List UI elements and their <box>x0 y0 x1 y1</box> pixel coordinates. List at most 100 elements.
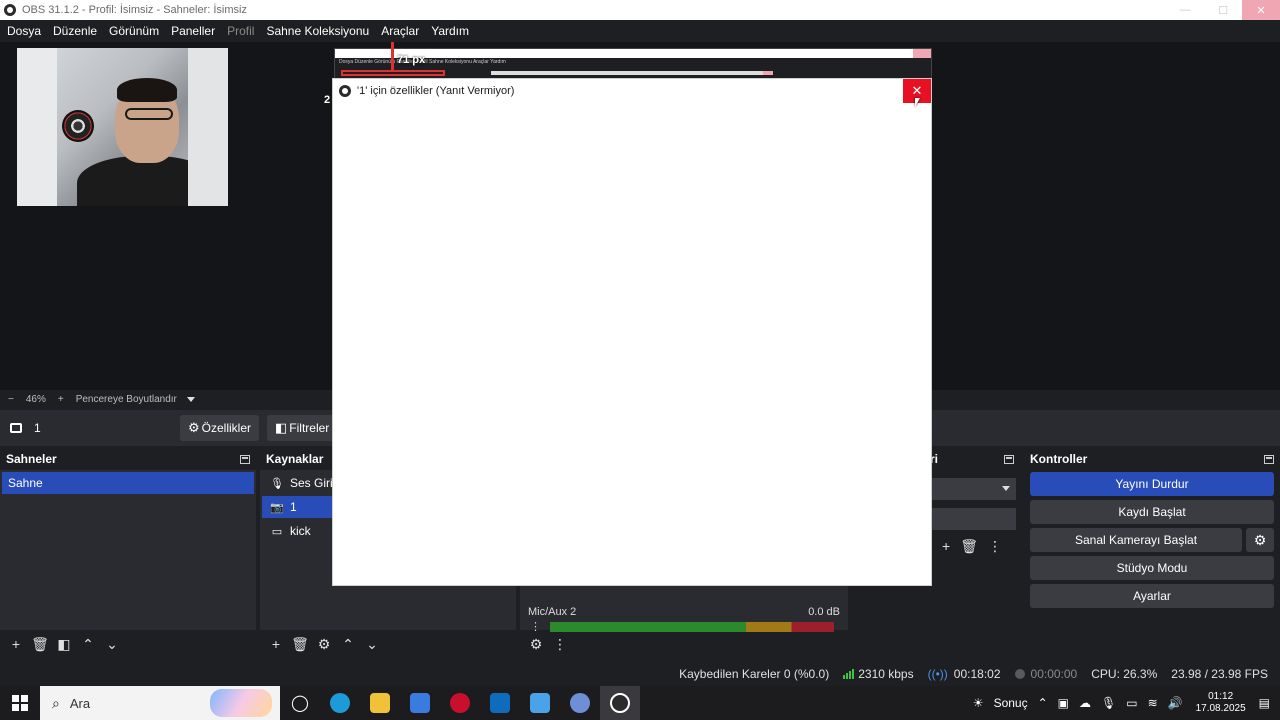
weather-icon[interactable]: ☀ <box>973 696 984 710</box>
webcam-curtain <box>188 48 228 206</box>
person-hair <box>117 78 177 102</box>
search-placeholder: Ara <box>69 695 91 711</box>
menu-file[interactable]: Dosya <box>7 24 41 38</box>
sources-title: Kaynaklar <box>266 452 324 466</box>
file-explorer-icon[interactable] <box>360 686 400 720</box>
trash-icon[interactable]: 🗑 <box>31 636 49 652</box>
menu-profile[interactable]: Profil <box>227 24 254 38</box>
mouse-cursor <box>915 98 920 107</box>
sources-toolbar: + 🗑 ⚙ ⌃ ⌄ <box>260 630 516 658</box>
gear-icon[interactable]: ⚙ <box>316 636 332 652</box>
dialog-title: '1' için özellikler (Yanıt Vermiyor) <box>357 85 515 97</box>
chevron-up-icon[interactable]: ⌃ <box>1038 696 1048 710</box>
filter-icon[interactable]: ◧ <box>56 636 72 652</box>
clock-date: 17.08.2025 <box>1195 703 1246 714</box>
chevron-down-icon[interactable]: ⌄ <box>364 636 380 652</box>
add-icon[interactable]: + <box>268 636 284 652</box>
window-title: OBS 31.1.2 - Profil: İsimsiz - Sahneler:… <box>22 4 247 16</box>
scene-item[interactable]: Sahne <box>2 472 254 494</box>
close-button[interactable]: ✕ <box>1242 0 1280 20</box>
trash-icon[interactable]: 🗑 <box>960 538 978 555</box>
zoom-in-button[interactable]: + <box>58 394 64 405</box>
minimize-button[interactable]: — <box>1166 0 1204 20</box>
app-icon[interactable] <box>520 686 560 720</box>
scenes-title: Sahneler <box>6 452 57 466</box>
wifi-icon[interactable]: ≋ <box>1148 696 1158 710</box>
task-view-icon[interactable]: ◯ <box>280 686 320 720</box>
undock-icon[interactable] <box>240 454 250 464</box>
trash-icon[interactable]: 🗑 <box>291 636 309 652</box>
transition-duration-spinner[interactable] <box>932 508 1016 530</box>
taskbar-search[interactable]: ⌕ Ara <box>40 686 280 720</box>
clock[interactable]: 01:12 17.08.2025 <box>1196 691 1246 715</box>
nested-bar <box>491 71 771 75</box>
chevron-down-icon <box>1002 486 1010 491</box>
store-icon[interactable] <box>400 686 440 720</box>
menu-docks[interactable]: Paneller <box>171 24 215 38</box>
undock-icon[interactable] <box>1004 454 1014 464</box>
outlook-icon[interactable] <box>480 686 520 720</box>
nested-close <box>913 49 931 58</box>
tray-app-icon[interactable]: ▣ <box>1058 696 1069 710</box>
source-label: 1 <box>290 500 297 514</box>
kebab-menu-icon[interactable]: ⋮ <box>552 636 568 652</box>
gear-icon[interactable]: ⚙ <box>528 636 544 652</box>
filters-button[interactable]: ◧ Filtreler <box>267 415 338 441</box>
maximize-button[interactable]: ☐ <box>1204 0 1242 20</box>
add-icon[interactable]: + <box>8 636 24 652</box>
menu-scene-collection[interactable]: Sahne Koleksiyonu <box>266 24 369 38</box>
speaker-icon[interactable]: 🔊 <box>1168 696 1183 710</box>
person-glasses <box>125 108 173 120</box>
add-icon[interactable]: + <box>942 538 950 555</box>
notification-icon[interactable]: ▤ <box>1259 696 1270 710</box>
cloud-icon[interactable]: ☁ <box>1079 696 1091 710</box>
chevron-down-icon[interactable] <box>186 396 195 402</box>
stop-stream-button[interactable]: Yayını Durdur <box>1030 472 1274 496</box>
studio-mode-button[interactable]: Stüdyo Modu <box>1030 556 1274 580</box>
menu-tools[interactable]: Araçlar <box>381 24 419 38</box>
opera-gx-icon[interactable] <box>440 686 480 720</box>
transition-select[interactable] <box>932 478 1016 500</box>
settings-button[interactable]: Ayarlar <box>1030 584 1274 608</box>
scenes-dock: Sahneler Sahne + 🗑 ◧ ⌃ ⌄ <box>0 450 256 658</box>
record-dot-icon <box>1014 669 1025 679</box>
obs-studio-icon[interactable] <box>600 686 640 720</box>
fit-window-dropdown[interactable]: Pencereye Boyutlandır <box>76 394 177 405</box>
chevron-up-icon[interactable]: ⌃ <box>340 636 356 652</box>
chevron-up-icon[interactable]: ⌃ <box>80 636 96 652</box>
start-virtualcam-button[interactable]: Sanal Kamerayı Başlat <box>1030 528 1242 552</box>
start-record-button[interactable]: Kaydı Başlat <box>1030 500 1274 524</box>
scenes-toolbar: + 🗑 ◧ ⌃ ⌄ <box>0 630 256 658</box>
edge-browser-icon[interactable] <box>320 686 360 720</box>
record-time: 00:00:00 <box>1030 667 1078 681</box>
gear-icon: ⚙ <box>188 420 200 435</box>
menu-edit[interactable]: Düzenle <box>53 24 97 38</box>
menu-view[interactable]: Görünüm <box>109 24 159 38</box>
microphone-icon: 🎙 <box>270 477 284 490</box>
tray-label[interactable]: Sonuç <box>994 696 1028 710</box>
selected-source-name: 1 <box>34 421 41 435</box>
webcam-wall <box>17 48 57 206</box>
kebab-menu-icon[interactable]: ⋮ <box>988 538 1002 555</box>
camera-icon: 📷 <box>270 501 284 514</box>
search-icon: ⌕ <box>52 694 60 711</box>
battery-icon[interactable]: ▭ <box>1126 696 1137 710</box>
undock-icon[interactable] <box>1264 454 1274 464</box>
obs-logo-icon <box>4 4 16 16</box>
properties-button[interactable]: ⚙ Özellikler <box>180 415 259 441</box>
start-button[interactable] <box>0 686 40 720</box>
chevron-down-icon[interactable]: ⌄ <box>104 636 120 652</box>
windows-logo-icon <box>12 695 28 711</box>
controls-title: Kontroller <box>1030 452 1088 466</box>
microphone-icon[interactable]: 🎙 <box>1101 696 1116 710</box>
menu-help[interactable]: Yardım <box>431 24 469 38</box>
stream-time: 00:18:02 <box>953 667 1001 681</box>
measure-label: 71 px <box>397 54 426 66</box>
search-highlight-image <box>210 689 272 717</box>
obs-virtual-icon[interactable] <box>560 686 600 720</box>
zoom-out-button[interactable]: − <box>8 394 14 405</box>
dropped-frames: Kaybedilen Kareler 0 (%0.0) <box>679 667 830 681</box>
stream-time-status: ((•)) 00:18:02 <box>928 667 1001 681</box>
webcam-feed <box>17 48 228 206</box>
gear-icon[interactable]: ⚙ <box>1246 528 1274 552</box>
